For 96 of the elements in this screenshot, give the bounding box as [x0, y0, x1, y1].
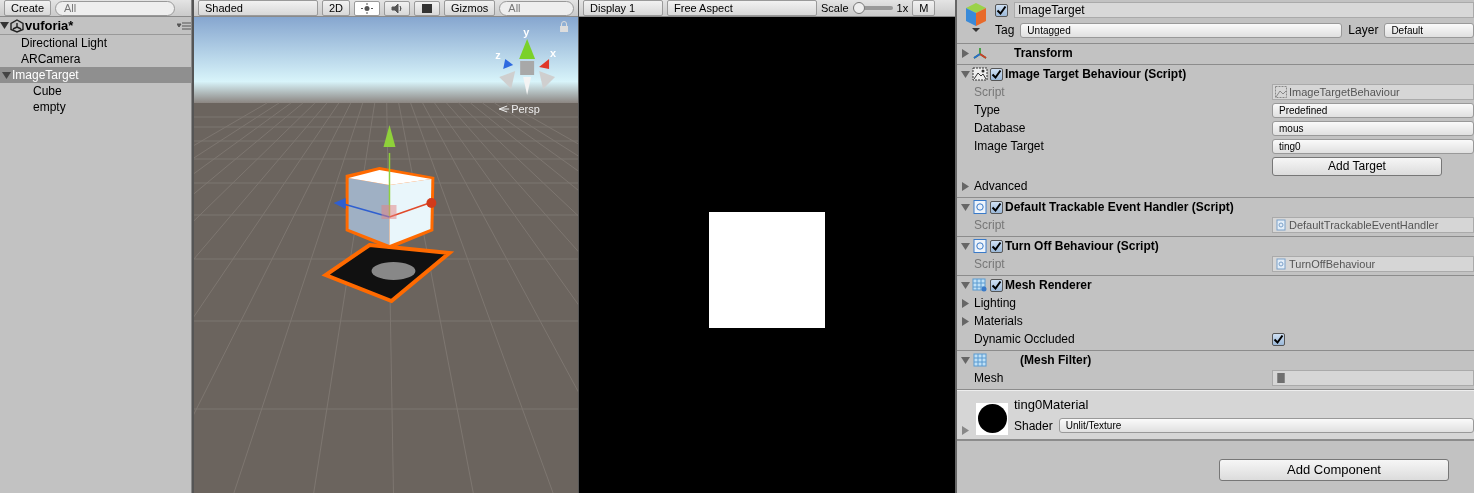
component-title: Transform: [1014, 45, 1073, 62]
field-label: Script: [974, 256, 1006, 273]
options-menu-icon[interactable]: [177, 21, 191, 30]
checkbox[interactable]: [995, 3, 1008, 17]
axis-label: x: [550, 47, 557, 59]
add-target-button[interactable]: Add Target: [1272, 156, 1442, 176]
expand-arrow-icon[interactable]: [961, 425, 970, 435]
component-title: Turn Off Behaviour (Script): [1005, 238, 1159, 255]
component-title: Image Target Behaviour (Script): [1005, 66, 1187, 83]
sun-icon: [361, 2, 374, 14]
material-name: ting0Material: [1014, 396, 1090, 414]
audio-toggle[interactable]: [384, 0, 411, 16]
image-effects-icon: [421, 2, 434, 14]
mesh-renderer-icon: [972, 278, 988, 292]
layer-label: Layer: [1348, 22, 1379, 39]
axis-label: z: [495, 49, 501, 61]
mesh-field[interactable]: [1272, 370, 1474, 386]
tag-dropdown[interactable]: Untagged: [1020, 22, 1343, 38]
script-file-icon: [972, 200, 988, 214]
object-cube-icon: [963, 2, 989, 32]
search-field[interactable]: All: [499, 0, 574, 16]
mesh-icon: [1275, 372, 1287, 384]
collapse-arrow-icon[interactable]: [961, 202, 970, 212]
perspective-arrow-icon: [498, 105, 510, 113]
checkbox[interactable]: [990, 239, 1003, 253]
hierarchy-item[interactable]: empty: [0, 99, 191, 115]
aspect-dropdown[interactable]: Free Aspect: [667, 0, 817, 16]
collapse-arrow-icon[interactable]: [1, 70, 11, 80]
hierarchy-item[interactable]: ARCamera: [0, 51, 191, 67]
script-file-icon: [1275, 258, 1287, 270]
foldout-label[interactable]: Lighting: [974, 294, 1017, 312]
collapse-arrow-icon[interactable]: [961, 241, 970, 251]
shader-label: Shader: [1014, 417, 1053, 435]
script-file-icon: [1275, 219, 1287, 231]
collapse-arrow-icon[interactable]: [961, 69, 970, 79]
expand-arrow-icon[interactable]: [961, 48, 970, 58]
slider-thumb[interactable]: [852, 2, 865, 14]
script-name: DefaultTrackableEventHandler: [1289, 218, 1439, 232]
shader-dropdown[interactable]: Unlit/Texture: [1058, 418, 1474, 433]
object-name-field[interactable]: ImageTarget: [1014, 2, 1474, 18]
gizmos-dropdown[interactable]: Gizmos: [444, 0, 496, 16]
field-label: Mesh: [974, 370, 1005, 387]
unity-logo-icon: [9, 18, 25, 33]
image-target-icon: [1275, 86, 1287, 98]
field-label: Image Target: [974, 138, 1045, 155]
material-preview: [976, 402, 1008, 435]
checkbox[interactable]: [990, 67, 1003, 81]
collapse-arrow-icon[interactable]: [961, 280, 970, 290]
expand-arrow-icon[interactable]: [961, 298, 970, 308]
scale-label: Scale: [821, 0, 849, 16]
shading-dropdown[interactable]: Shaded: [198, 0, 318, 16]
layer-dropdown[interactable]: Default: [1384, 22, 1474, 38]
orientation-gizmo-drawing: [499, 39, 556, 95]
create-menu[interactable]: Create: [4, 0, 52, 16]
dropdown-field[interactable]: mous: [1272, 120, 1474, 136]
expand-arrow-icon[interactable]: [961, 181, 970, 191]
lock-icon: [560, 21, 569, 32]
checkbox[interactable]: [990, 278, 1003, 292]
image-target-icon: [972, 67, 988, 81]
field-label: Dynamic Occluded: [974, 331, 1076, 348]
mode-2d-toggle[interactable]: 2D: [322, 0, 351, 16]
axes-icon: [972, 46, 988, 60]
checkbox[interactable]: [990, 200, 1003, 214]
hierarchy-item[interactable]: Cube: [0, 83, 191, 99]
collapse-arrow-icon[interactable]: [961, 355, 970, 365]
script-name: TurnOffBehaviour: [1289, 257, 1376, 271]
search-field[interactable]: All: [55, 0, 176, 16]
field-label: Script: [974, 217, 1006, 234]
field-label: Database: [974, 120, 1027, 137]
tag-label: Tag: [995, 22, 1015, 39]
speaker-icon: [391, 2, 404, 14]
component-title: (Mesh Filter): [1020, 352, 1092, 369]
add-component-button[interactable]: Add Component: [1219, 458, 1449, 481]
foldout-label[interactable]: Advanced: [974, 177, 1028, 195]
foldout-label[interactable]: Materials: [974, 312, 1023, 330]
effects-toggle[interactable]: [414, 0, 441, 16]
field-label: Script: [974, 84, 1006, 101]
checkbox[interactable]: [1272, 332, 1285, 346]
hierarchy-item[interactable]: Directional Light: [0, 35, 191, 51]
lighting-toggle[interactable]: [354, 0, 381, 16]
collapse-arrow-icon[interactable]: [0, 21, 9, 30]
component-title: Default Trackable Event Handler (Script): [1005, 199, 1234, 216]
maximize-toggle[interactable]: M: [912, 0, 936, 16]
mesh-grid-icon: [972, 353, 988, 367]
dropdown-field[interactable]: Predefined: [1272, 102, 1474, 118]
projection-label: Persp: [511, 103, 540, 115]
script-name: ImageTargetBehaviour: [1289, 85, 1400, 99]
axis-label: y: [523, 26, 530, 38]
component-title: Mesh Renderer: [1005, 277, 1092, 294]
display-dropdown[interactable]: Display 1: [583, 0, 663, 16]
scene-name: vuforia*: [25, 16, 75, 35]
dropdown-field[interactable]: ting0: [1272, 138, 1474, 154]
scale-value: 1x: [896, 0, 909, 16]
field-label: Type: [974, 102, 1001, 119]
script-file-icon: [972, 239, 988, 253]
expand-arrow-icon[interactable]: [961, 316, 970, 326]
